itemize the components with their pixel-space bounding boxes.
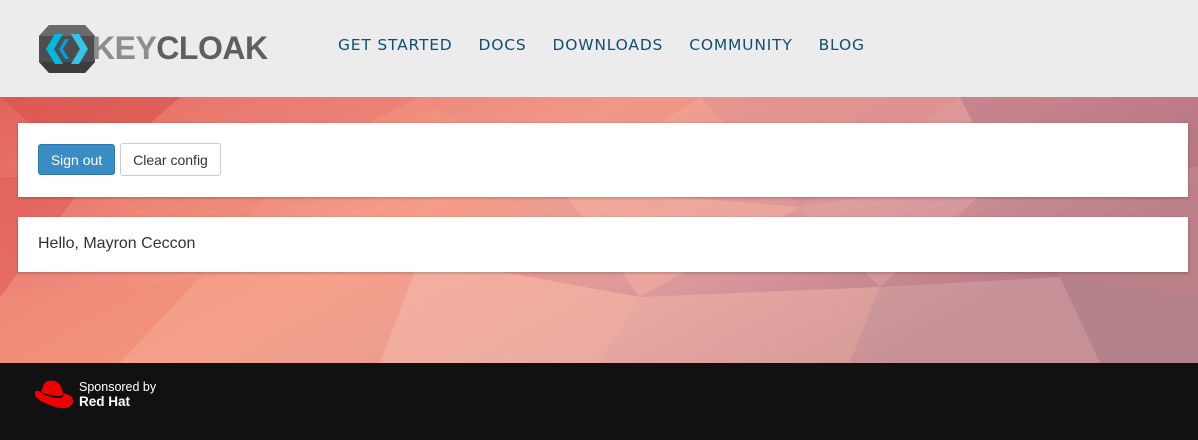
greeting-text: Hello, Mayron Ceccon (38, 235, 196, 252)
nav-downloads[interactable]: DOWNLOADS (553, 36, 664, 54)
logo-wordmark: KEYCLOAK (92, 30, 268, 66)
sponsor-name: Red Hat (79, 394, 131, 409)
redhat-hat-icon (34, 380, 74, 409)
nav-docs[interactable]: DOCS (479, 36, 527, 54)
nav-blog[interactable]: BLOG (819, 36, 865, 54)
redhat-sponsor[interactable]: Sponsored by Red Hat (33, 378, 193, 418)
keycloak-logo-icon (39, 25, 95, 73)
keycloak-logo[interactable]: KEYCLOAK (37, 24, 277, 74)
nav-get-started[interactable]: GET STARTED (338, 36, 453, 54)
sponsored-by-text: Sponsored by (79, 380, 157, 394)
nav-community[interactable]: COMMUNITY (689, 36, 792, 54)
actions-card: Sign out Clear config (18, 123, 1188, 197)
sign-out-button[interactable]: Sign out (38, 144, 115, 175)
main-nav: GET STARTED DOCS DOWNLOADS COMMUNITY BLO… (338, 36, 865, 54)
clear-config-button[interactable]: Clear config (120, 143, 221, 176)
site-header: KEYCLOAK GET STARTED DOCS DOWNLOADS COMM… (0, 0, 1198, 97)
greeting-card: Hello, Mayron Ceccon (18, 217, 1188, 272)
site-footer: Sponsored by Red Hat (0, 363, 1198, 440)
